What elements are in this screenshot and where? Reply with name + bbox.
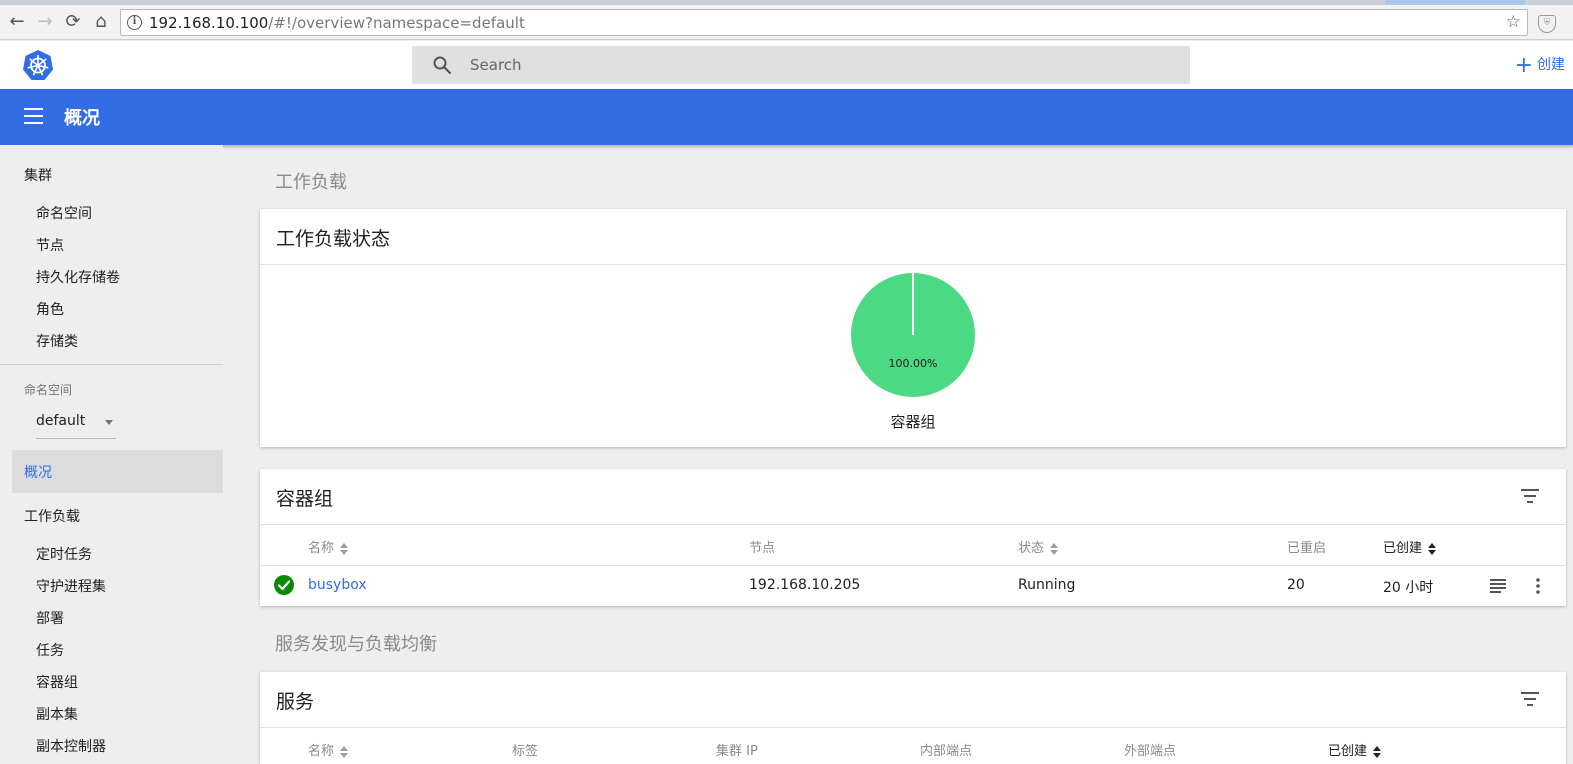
page-title: 概况 (64, 108, 100, 129)
create-button[interactable]: + 创建 (1514, 53, 1565, 78)
column-header-internal-endpoints: 内部端点 (920, 744, 973, 759)
home-icon[interactable]: ⌂ (90, 11, 112, 33)
sidebar-item-jobs[interactable]: 任务 (36, 640, 64, 660)
table-row: busybox 192.168.10.205 Running 20 20 小时 (260, 566, 1566, 606)
filter-icon[interactable] (1520, 692, 1540, 708)
column-header-name[interactable]: 名称 (308, 537, 349, 556)
extension-shield-icon[interactable]: ⛨ (1538, 15, 1556, 33)
search-icon (433, 56, 452, 75)
url-field[interactable]: i 192.168.10.100/#!/overview?namespace=d… (120, 9, 1528, 36)
search-box[interactable] (412, 46, 1190, 84)
browser-address-bar: ← → ⟳ ⌂ i 192.168.10.100/#!/overview?nam… (0, 5, 1573, 40)
column-header-status[interactable]: 状态 (1018, 537, 1059, 556)
namespace-select[interactable]: default (36, 407, 116, 439)
sidebar-divider (0, 364, 223, 365)
pod-status: Running (1018, 577, 1076, 593)
pods-card: 容器组 名称 节点 状态 已重启 已创建 busybox 192.168.10.… (260, 469, 1566, 606)
sidebar-item-pods[interactable]: 容器组 (36, 672, 78, 692)
sort-icon (340, 542, 349, 555)
pod-restarts: 20 (1287, 577, 1305, 593)
services-card-header: 服务 (260, 672, 1566, 728)
namespace-label: 命名空间 (24, 383, 73, 397)
sidebar-category-cluster[interactable]: 集群 (24, 165, 52, 185)
sidebar-item-replication-controllers[interactable]: 副本控制器 (36, 736, 106, 756)
sidebar-item-namespaces[interactable]: 命名空间 (36, 203, 92, 223)
column-header-cluster-ip: 集群 IP (716, 744, 758, 759)
services-card: 服务 名称 标签 集群 IP 内部端点 外部端点 已创建 (260, 672, 1566, 764)
reload-icon[interactable]: ⟳ (62, 11, 84, 33)
pod-name-link[interactable]: busybox (308, 577, 367, 593)
namespace-value: default (36, 413, 86, 429)
app-toolbar: +创建 (0, 41, 1573, 89)
column-header-name[interactable]: 名称 (308, 740, 349, 759)
pie-percent-label: 100.00% (889, 357, 938, 370)
pod-created: 20 小时 (1383, 580, 1434, 596)
logs-icon[interactable] (1489, 578, 1507, 594)
bookmark-star-icon[interactable]: ☆ (1506, 12, 1521, 32)
sort-icon (340, 745, 349, 758)
kubernetes-logo-icon[interactable] (22, 49, 54, 81)
url-path: /#!/overview?namespace=default (268, 14, 525, 32)
workload-status-card-header: 工作负载状态 (260, 209, 1566, 265)
more-vertical-icon[interactable] (1534, 577, 1542, 595)
sidebar-item-replica-sets[interactable]: 副本集 (36, 704, 78, 724)
column-header-created[interactable]: 已创建 (1328, 740, 1382, 759)
services-card-title: 服务 (276, 691, 315, 713)
pod-node: 192.168.10.205 (749, 577, 861, 593)
workload-status-pie-chart[interactable]: 100.00% (849, 271, 977, 399)
status-success-icon (274, 575, 294, 595)
search-input[interactable] (470, 52, 1160, 78)
sort-icon (1428, 542, 1437, 555)
sidebar-item-overview-label: 概况 (24, 465, 52, 481)
sidebar-item-overview[interactable]: 概况 (12, 450, 223, 493)
services-table-header: 名称 标签 集群 IP 内部端点 外部端点 已创建 (260, 728, 1566, 764)
column-header-external-endpoints: 外部端点 (1124, 744, 1177, 759)
pods-card-title: 容器组 (276, 488, 334, 510)
sidebar-item-storage-classes[interactable]: 存储类 (36, 331, 78, 351)
back-arrow-icon[interactable]: ← (6, 11, 28, 33)
url-host: 192.168.10.100 (149, 14, 269, 32)
sidebar-item-daemon-sets[interactable]: 守护进程集 (36, 576, 106, 596)
pie-legend-label: 容器组 (890, 413, 936, 431)
sidebar: 集群 命名空间 节点 持久化存储卷 角色 存储类 命名空间 default 概况… (0, 145, 223, 764)
filter-icon[interactable] (1520, 489, 1540, 505)
sidebar-item-cron-jobs[interactable]: 定时任务 (36, 544, 92, 564)
create-label: 创建 (1537, 57, 1565, 73)
workload-status-title: 工作负载状态 (276, 228, 391, 250)
page-header-bar: 概况 (0, 89, 1573, 145)
info-icon[interactable]: i (127, 15, 142, 30)
workloads-section-title: 工作负载 (275, 172, 347, 193)
column-header-restarts: 已重启 (1287, 541, 1327, 556)
sidebar-item-nodes[interactable]: 节点 (36, 235, 64, 255)
sort-icon (1050, 542, 1059, 555)
column-header-node: 节点 (749, 541, 776, 556)
pods-card-header: 容器组 (260, 469, 1566, 525)
column-header-labels: 标签 (512, 744, 539, 759)
plus-icon: + (1514, 53, 1533, 78)
column-header-created[interactable]: 已创建 (1383, 537, 1437, 556)
sidebar-item-deployments[interactable]: 部署 (36, 608, 64, 628)
sort-icon (1373, 745, 1382, 758)
url-text[interactable]: 192.168.10.100/#!/overview?namespace=def… (149, 14, 525, 32)
sidebar-item-persistent-volumes[interactable]: 持久化存储卷 (36, 267, 120, 287)
forward-arrow-icon[interactable]: → (34, 11, 56, 33)
pods-table-header: 名称 节点 状态 已重启 已创建 (260, 525, 1566, 566)
sidebar-category-workloads[interactable]: 工作负载 (24, 506, 80, 526)
workload-status-card: 工作负载状态 100.00% 容器组 (260, 209, 1566, 447)
caret-down-icon (105, 420, 113, 425)
sidebar-item-roles[interactable]: 角色 (36, 299, 64, 319)
menu-icon[interactable] (24, 108, 44, 124)
discovery-section-title: 服务发现与负载均衡 (275, 634, 437, 655)
